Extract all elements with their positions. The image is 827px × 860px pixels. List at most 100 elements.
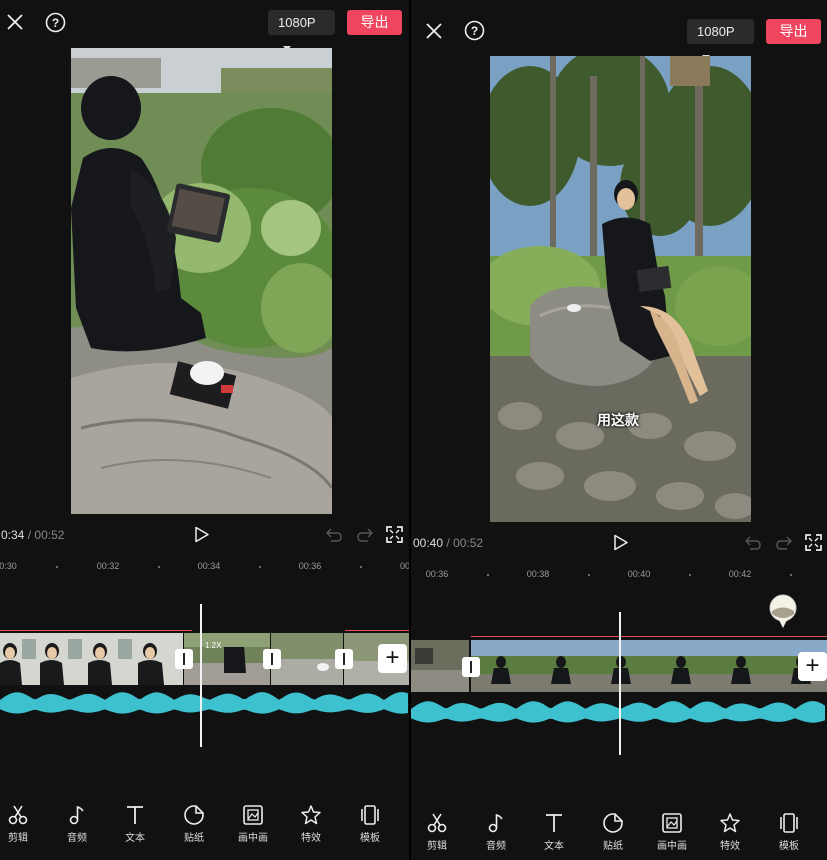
- audio-waveform[interactable]: [0, 688, 409, 724]
- resolution-label: 1080P: [278, 15, 316, 30]
- ruler-tick: 00: [399, 561, 409, 571]
- resolution-dropdown[interactable]: 1080P: [268, 10, 335, 52]
- video-preview[interactable]: [490, 56, 751, 522]
- preview-frame-image: [71, 48, 332, 514]
- playhead[interactable]: [200, 604, 202, 747]
- ruler-tick: 00:40: [627, 569, 651, 579]
- tool-cut[interactable]: 剪辑: [411, 812, 465, 852]
- close-icon[interactable]: [6, 13, 24, 31]
- transition-button[interactable]: [335, 649, 353, 669]
- help-icon[interactable]: ?: [464, 20, 485, 41]
- subtitle-overlay[interactable]: 用这款: [597, 410, 639, 430]
- picture-in-picture-icon: [243, 805, 263, 825]
- tool-label: 贴纸: [184, 833, 204, 844]
- tool-label: 特效: [301, 833, 321, 844]
- ruler-dot: [158, 566, 160, 568]
- tool-label: 音频: [486, 841, 506, 852]
- sticker-icon: [184, 805, 204, 825]
- speed-badge: 1.2X: [205, 641, 222, 650]
- cut-marker-line: [471, 636, 827, 637]
- video-clip[interactable]: [271, 633, 343, 685]
- export-button[interactable]: 导出: [347, 10, 402, 35]
- tool-effects[interactable]: 特效: [702, 812, 758, 852]
- tool-pip[interactable]: 画中画: [644, 812, 700, 852]
- tool-effects[interactable]: 特效: [283, 804, 339, 844]
- tool-label: 文本: [125, 833, 145, 844]
- tool-label: 画中画: [238, 833, 268, 844]
- help-icon[interactable]: ?: [45, 12, 66, 33]
- tool-text[interactable]: 文本: [526, 812, 582, 852]
- tool-pip[interactable]: 画中画: [225, 804, 281, 844]
- tool-label: 模板: [360, 833, 380, 844]
- scissors-icon: [8, 805, 28, 825]
- tool-label: 剪辑: [427, 841, 447, 852]
- time-separator: /: [446, 536, 450, 550]
- transition-button[interactable]: [263, 649, 281, 669]
- current-time: 0:34: [1, 528, 25, 542]
- tool-template[interactable]: 模板: [342, 804, 398, 844]
- cut-marker-line: [0, 630, 192, 631]
- tool-label: 贴纸: [603, 841, 623, 852]
- tool-text[interactable]: 文本: [107, 804, 163, 844]
- picture-in-picture-icon: [662, 813, 682, 833]
- redo-icon[interactable]: [775, 535, 792, 550]
- transition-button[interactable]: [462, 657, 480, 677]
- tool-sticker[interactable]: 贴纸: [585, 812, 641, 852]
- tool-sticker[interactable]: 贴纸: [166, 804, 222, 844]
- video-clip[interactable]: [0, 633, 183, 685]
- ruler-tick: 00:42: [728, 569, 752, 579]
- svg-text:?: ?: [471, 24, 478, 38]
- video-clip[interactable]: [471, 640, 827, 692]
- undo-icon[interactable]: [745, 535, 762, 550]
- clip-thumbnails: [271, 633, 343, 685]
- undo-icon[interactable]: [326, 527, 343, 542]
- transition-button[interactable]: [175, 649, 193, 669]
- total-time: 00:52: [34, 528, 65, 542]
- add-clip-button[interactable]: +: [378, 644, 407, 673]
- playback-time: 00:40 / 00:52: [413, 536, 483, 550]
- time-ruler[interactable]: 0:30 00:32 00:34 00:36 00: [0, 561, 409, 581]
- resolution-dropdown[interactable]: 1080P: [687, 19, 754, 61]
- star-effects-icon: [720, 813, 740, 833]
- ruler-dot: [487, 574, 489, 576]
- editor-panel-right: ? 1080P 导出 用这款 00:40 / 00:52 00:36 00:38…: [411, 0, 827, 860]
- time-ruler[interactable]: 00:36 00:38 00:40 00:42: [411, 569, 827, 589]
- sticker-icon: [603, 813, 623, 833]
- play-icon[interactable]: [613, 534, 629, 551]
- scissors-icon: [427, 813, 447, 833]
- audio-marker-icon[interactable]: [768, 594, 798, 630]
- add-clip-button[interactable]: +: [798, 652, 827, 681]
- redo-icon[interactable]: [356, 527, 373, 542]
- fullscreen-icon[interactable]: [805, 534, 822, 551]
- ruler-dot: [259, 566, 261, 568]
- export-button[interactable]: 导出: [766, 19, 821, 44]
- tool-label: 剪辑: [8, 833, 28, 844]
- clip-thumbnails: [411, 640, 469, 692]
- tool-label: 文本: [544, 841, 564, 852]
- tool-template[interactable]: 模板: [761, 812, 817, 852]
- ruler-tick: 00:38: [526, 569, 550, 579]
- tool-cut[interactable]: 剪辑: [0, 804, 46, 844]
- video-clip[interactable]: [184, 633, 270, 685]
- text-t-icon: [546, 814, 562, 832]
- play-icon[interactable]: [194, 526, 210, 543]
- video-clip[interactable]: [411, 640, 469, 692]
- clip-thumbnails: [471, 640, 827, 692]
- video-preview[interactable]: [71, 48, 332, 514]
- close-icon[interactable]: [425, 22, 443, 40]
- tool-audio[interactable]: 音频: [49, 804, 105, 844]
- tool-audio[interactable]: 音频: [468, 812, 524, 852]
- template-icon: [780, 813, 798, 833]
- editor-panel-left: ? 1080P 导出 0:34 / 00:52 0:30 00:32 00:34…: [0, 0, 409, 860]
- tool-label: 模板: [779, 841, 799, 852]
- time-separator: /: [27, 528, 32, 542]
- fullscreen-icon[interactable]: [386, 526, 403, 543]
- ruler-dot: [689, 574, 691, 576]
- playhead[interactable]: [619, 612, 621, 755]
- preview-frame-image: [490, 56, 751, 522]
- music-note-icon: [69, 805, 84, 825]
- tool-label: 音频: [67, 833, 87, 844]
- ruler-tick: 00:34: [197, 561, 221, 571]
- tool-label: 画中画: [657, 841, 687, 852]
- resolution-label: 1080P: [697, 24, 735, 39]
